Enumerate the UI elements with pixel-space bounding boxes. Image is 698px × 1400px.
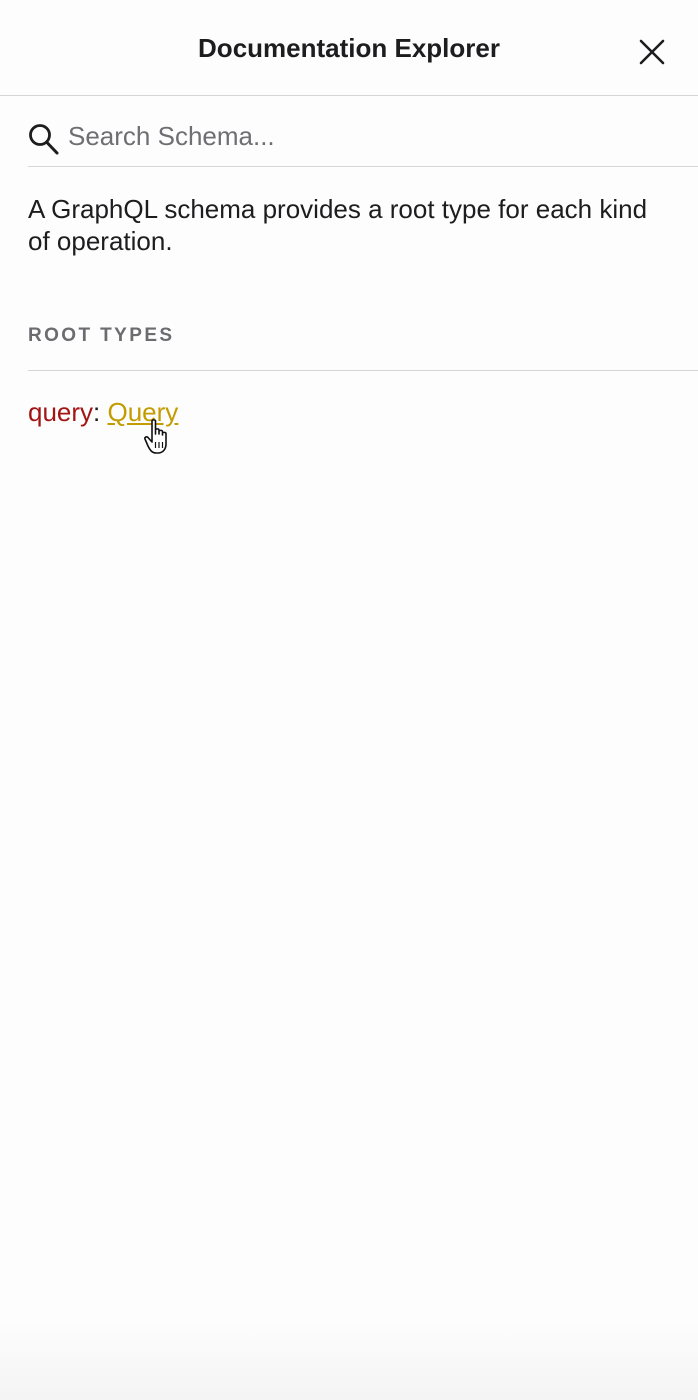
close-icon [639, 39, 665, 65]
root-field-separator: : [93, 397, 108, 427]
root-types-heading: ROOT TYPES [28, 325, 175, 346]
panel-header: Documentation Explorer [0, 0, 698, 96]
search-icon [29, 124, 59, 155]
search-bar [28, 112, 698, 167]
documentation-explorer-panel: Documentation Explorer A GraphQL schema … [0, 0, 698, 1400]
search-input[interactable] [68, 116, 668, 156]
root-field-name: query [28, 397, 94, 427]
section-divider [28, 370, 698, 371]
bottom-fade [0, 1320, 698, 1400]
close-button[interactable] [632, 32, 672, 72]
pointer-hand-cursor-icon [144, 419, 167, 454]
panel-title: Documentation Explorer [198, 33, 500, 63]
schema-description: A GraphQL schema provides a root type fo… [28, 194, 648, 256]
